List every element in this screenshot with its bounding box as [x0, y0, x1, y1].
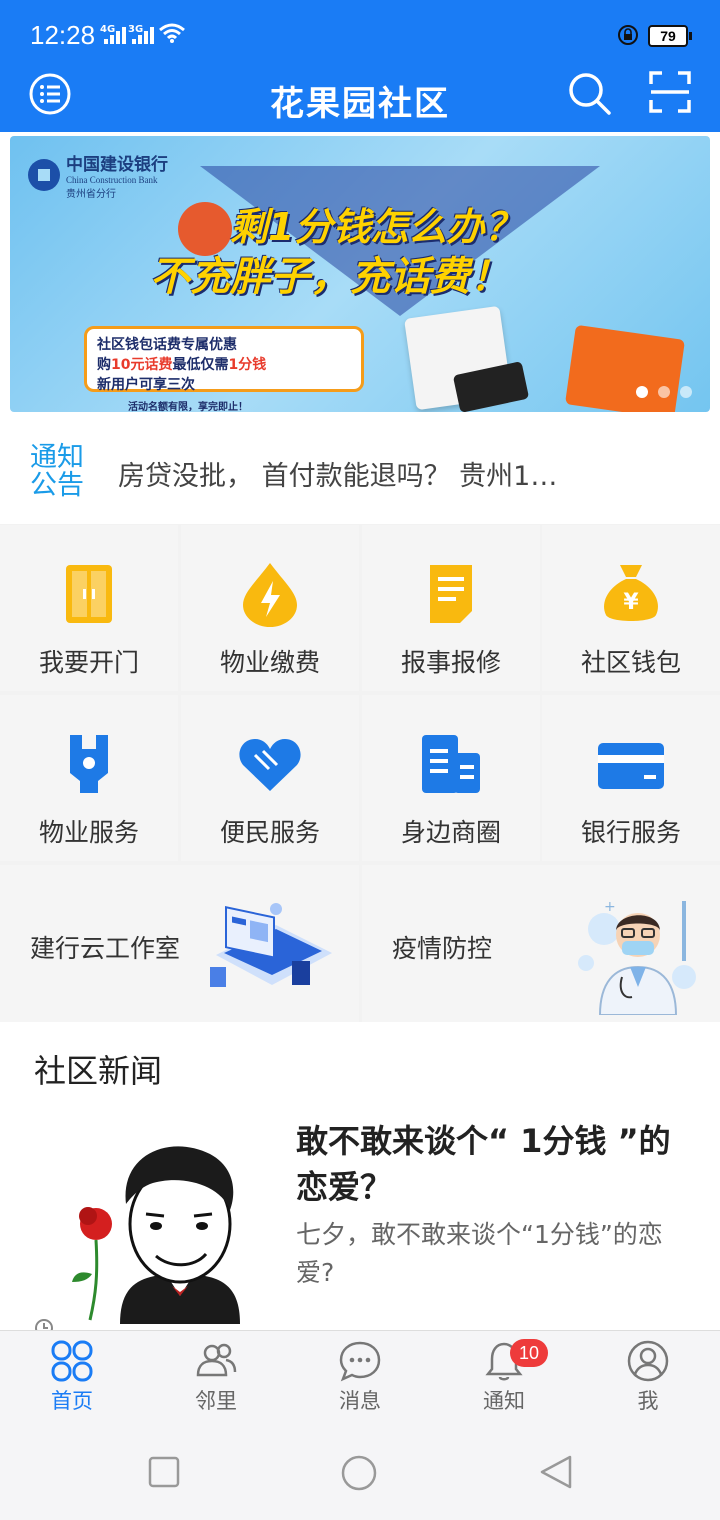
recent-apps-icon[interactable]: [148, 1456, 180, 1488]
notice-text[interactable]: 房贷没批， 首付款能退吗？ 贵州1…: [118, 454, 608, 493]
bank-name-en: China Construction Bank: [66, 175, 158, 185]
tab-messages[interactable]: 消息: [310, 1339, 410, 1415]
ccb-cloud-studio-card[interactable]: 建行云工作室: [0, 865, 359, 1023]
tab-home[interactable]: 首页: [22, 1339, 122, 1415]
promo-line-1: 社区钱包话费专属优惠: [97, 337, 237, 353]
news-summary[interactable]: 七夕，敢不敢来谈个“1分钱”的恋爱?: [296, 1216, 686, 1292]
promo-highlight: 10元话费: [111, 357, 173, 373]
carousel-dot[interactable]: [680, 386, 692, 398]
drop-bolt-icon: [243, 563, 297, 627]
promo-highlight: 1分钱: [228, 357, 267, 373]
bank-name: 中国建设银行: [66, 155, 168, 175]
user-icon: [627, 1340, 669, 1382]
epidemic-control-card[interactable]: 疫情防控 +: [362, 865, 720, 1023]
home-grid-icon: [51, 1340, 93, 1382]
carousel-dot[interactable]: [658, 386, 670, 398]
tab-label: 邻里: [195, 1389, 237, 1413]
bottom-tab-bar: 首页 邻里 消息 通知 10 我: [0, 1330, 720, 1424]
scan-icon[interactable]: [648, 70, 692, 114]
promo-line-3: 新用户可享三次: [97, 377, 195, 393]
promo-text: 购: [97, 357, 111, 373]
heart-hands-icon: [239, 739, 301, 791]
news-meta: [34, 1318, 54, 1330]
bank-branch: 贵州省分行: [66, 189, 116, 200]
service-nearby-shops[interactable]: 身边商圈: [362, 695, 540, 861]
door-icon: [66, 565, 112, 623]
document-icon: [430, 565, 472, 623]
doctor-illustration: +: [578, 899, 696, 1015]
app-header: 花果园社区: [0, 70, 720, 132]
svg-text:+: +: [604, 899, 616, 915]
home-icon[interactable]: [340, 1454, 378, 1492]
tab-notifications[interactable]: 通知 10: [454, 1339, 554, 1415]
service-label: 我要开门: [38, 648, 139, 677]
tab-label: 首页: [51, 1389, 93, 1413]
service-label: 便民服务: [219, 818, 320, 847]
tab-label: 消息: [339, 1389, 381, 1413]
service-community-wallet[interactable]: ¥ 社区钱包: [542, 525, 720, 691]
svg-text:¥: ¥: [623, 590, 639, 615]
carousel-dot[interactable]: [636, 386, 648, 398]
banner-headline-1: 剩1分钱怎么办？: [230, 205, 523, 249]
service-label: 银行服务: [580, 818, 681, 847]
service-convenience[interactable]: 便民服务: [181, 695, 359, 861]
service-open-door[interactable]: 我要开门: [0, 525, 178, 691]
card-label: 建行云工作室: [30, 934, 181, 963]
service-property-fee[interactable]: 物业缴费: [181, 525, 359, 691]
status-bar: 12:28 4G 3G 79: [0, 0, 720, 70]
tab-label: 通知: [483, 1389, 525, 1413]
bank-card-icon: [598, 743, 664, 789]
rotation-lock-icon: [618, 25, 638, 45]
notification-badge: 10: [510, 1339, 548, 1367]
clock-icon: [35, 1319, 53, 1330]
money-bag-icon: ¥: [604, 565, 658, 621]
service-property[interactable]: 物业服务: [0, 695, 178, 861]
news-title[interactable]: 敢不敢来谈个“ 1分钱 ”的恋爱？: [296, 1118, 696, 1210]
cloud-studio-illustration: [210, 903, 332, 987]
service-label: 物业缴费: [219, 648, 320, 677]
promo-box: 社区钱包话费专属优惠 购10元话费最低仅需1分钱 新用户可享三次: [84, 326, 364, 393]
back-icon[interactable]: [538, 1454, 574, 1490]
promo-banner[interactable]: 中国建设银行 China Construction Bank 贵州省分行 剩1分…: [0, 132, 720, 418]
service-label: 物业服务: [38, 818, 139, 847]
search-icon[interactable]: [566, 70, 612, 116]
tab-label: 我: [637, 1389, 659, 1413]
signal-icon: [104, 26, 126, 44]
store-list-icon: [422, 735, 480, 793]
promo-text: 最低仅需: [172, 357, 229, 373]
service-report-repair[interactable]: 报事报修: [362, 525, 540, 691]
section-title: 社区新闻: [34, 1052, 163, 1090]
page-title: 花果园社区: [270, 84, 450, 124]
tab-neighbors[interactable]: 邻里: [166, 1339, 266, 1415]
service-label: 报事报修: [400, 648, 501, 677]
banner-image[interactable]: 中国建设银行 China Construction Bank 贵州省分行 剩1分…: [10, 136, 710, 412]
banner-headline-2: 不充胖子，充话费！: [150, 254, 510, 300]
news-thumbnail[interactable]: [60, 1124, 280, 1324]
bank-logo: 中国建设银行 China Construction Bank 贵州省分行: [28, 150, 168, 200]
battery-indicator: 79: [648, 25, 692, 47]
service-label: 身边商圈: [400, 818, 501, 847]
signal-icon-2: [132, 26, 154, 44]
carousel-dots: [636, 386, 692, 398]
wrench-icon: [70, 735, 108, 793]
chat-bubble-icon: [339, 1341, 381, 1382]
notice-bar[interactable]: 通知公告 房贷没批， 首付款能退吗？ 贵州1…: [0, 418, 720, 524]
promo-line-2: 购10元话费最低仅需1分钱: [97, 355, 351, 375]
notice-tag: 通知公告: [30, 442, 84, 501]
system-nav-bar: [0, 1424, 720, 1520]
phone-illustration: [564, 324, 686, 412]
service-label: 社区钱包: [580, 648, 681, 677]
people-icon: [196, 1343, 237, 1377]
promo-note: 活动名额有限，享完即止！: [128, 402, 248, 412]
status-time: 12:28: [30, 20, 96, 50]
card-label: 疫情防控: [392, 934, 493, 963]
tab-me[interactable]: 我: [598, 1339, 698, 1415]
ccb-logo-icon: [28, 159, 60, 191]
wifi-icon: [159, 23, 185, 43]
service-bank[interactable]: 银行服务: [542, 695, 720, 861]
community-news-section: 社区新闻 敢不敢来谈个“ 1分钱 ”的恋爱？ 七夕，敢不敢来谈个“1分钱”的恋爱…: [0, 1022, 720, 1330]
